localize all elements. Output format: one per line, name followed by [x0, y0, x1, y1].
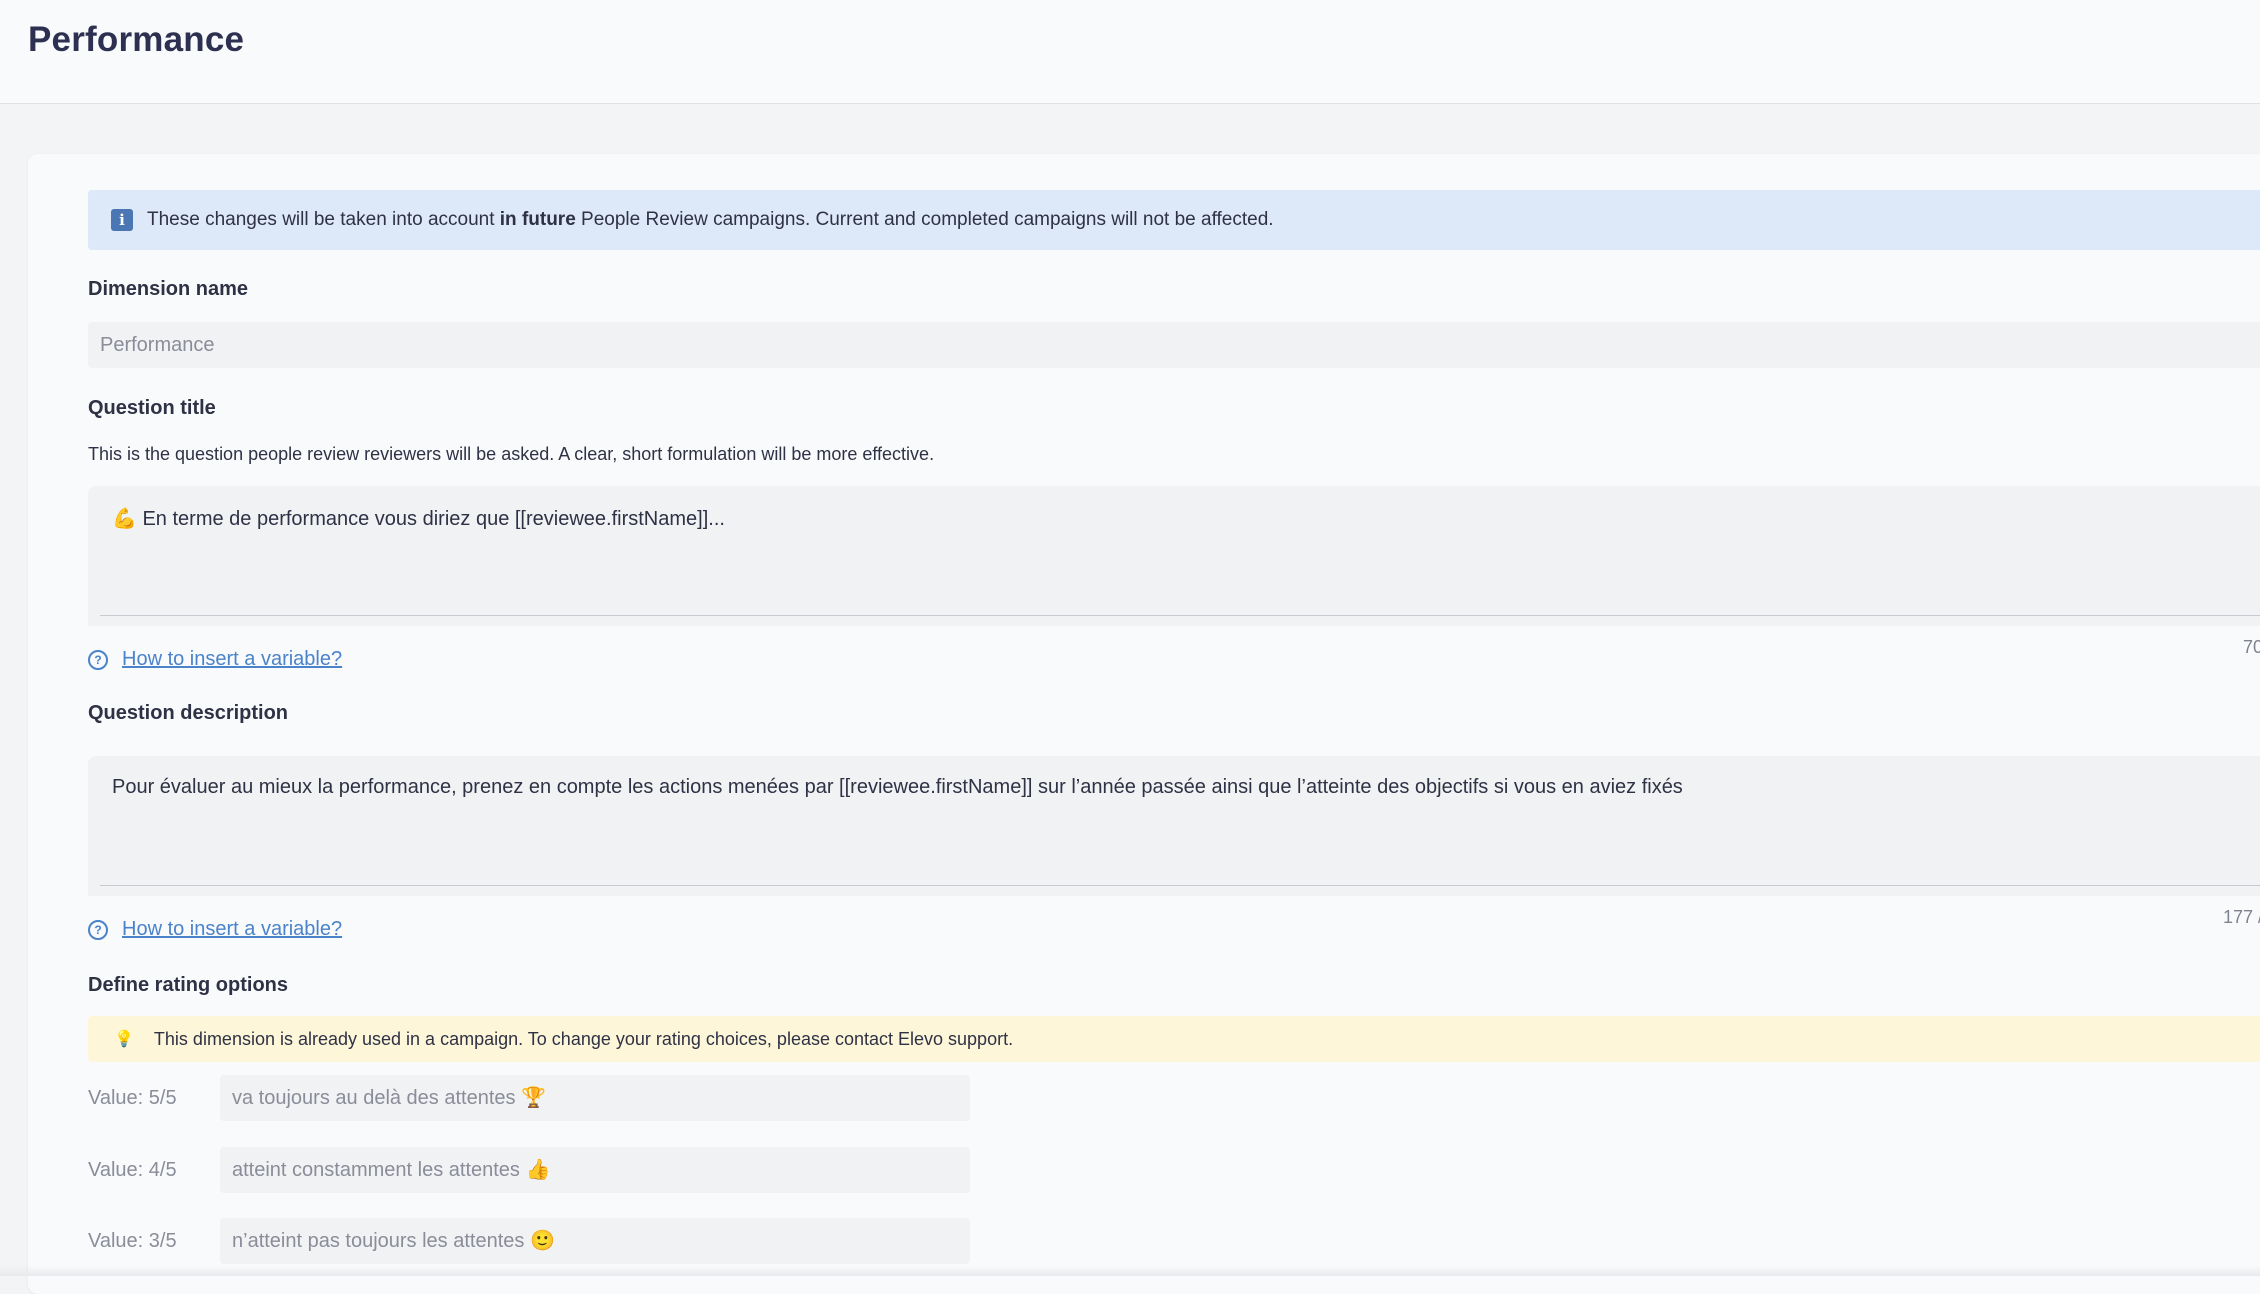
question-description-textarea[interactable]: Pour évaluer au mieux la performance, pr…: [88, 756, 2260, 896]
page-header: Performance: [0, 0, 2260, 104]
question-title-textarea[interactable]: 💪 En terme de performance vous diriez qu…: [88, 486, 2260, 626]
dimension-form-card: i These changes will be taken into accou…: [28, 154, 2260, 1294]
rating-warning-banner: 💡 This dimension is already used in a ca…: [88, 1016, 2260, 1062]
bottom-fade: [0, 1266, 2260, 1276]
question-mark-icon: ?: [88, 649, 108, 670]
rating-option-input[interactable]: n’atteint pas toujours les attentes 🙂: [220, 1218, 970, 1264]
page-title: Performance: [28, 20, 245, 59]
question-title-value: 💪 En terme de performance vous diriez qu…: [112, 508, 725, 530]
rating-option-value-label: Value: 4/5: [88, 1158, 177, 1181]
question-title-label: Question title: [88, 397, 216, 419]
info-icon: i: [111, 209, 133, 231]
rating-option-row: Value: 5/5 va toujours au delà des atten…: [88, 1075, 970, 1121]
question-title-help-link[interactable]: ? How to insert a variable?: [88, 648, 342, 671]
textarea-underline: [100, 615, 2260, 616]
question-title-helper: This is the question people review revie…: [88, 444, 935, 464]
rating-option-row: Value: 4/5 atteint constamment les atten…: [88, 1147, 970, 1193]
question-mark-icon: ?: [88, 919, 108, 940]
info-banner-text: These changes will be taken into account…: [147, 209, 1274, 230]
question-description-value: Pour évaluer au mieux la performance, pr…: [112, 776, 1683, 798]
rating-warning-text: This dimension is already used in a camp…: [153, 1028, 1014, 1049]
rating-option-input[interactable]: atteint constamment les attentes 👍: [220, 1147, 970, 1193]
rating-options-label: Define rating options: [88, 974, 288, 996]
question-description-help-link[interactable]: ? How to insert a variable?: [88, 918, 342, 941]
help-link-text[interactable]: How to insert a variable?: [122, 918, 342, 941]
question-title-counter: 70 / 4: [2242, 637, 2260, 657]
question-description-label: Question description: [88, 702, 289, 724]
lightbulb-icon: 💡: [114, 1031, 134, 1048]
rating-option-row: Value: 3/5 n’atteint pas toujours les at…: [88, 1218, 970, 1264]
textarea-underline: [100, 885, 2260, 886]
dimension-name-input[interactable]: Performance: [88, 322, 2260, 368]
dimension-name-label: Dimension name: [88, 278, 249, 300]
rating-option-value-label: Value: 5/5: [88, 1086, 177, 1109]
rating-option-value-label: Value: 3/5: [88, 1229, 177, 1252]
help-link-text[interactable]: How to insert a variable?: [122, 648, 342, 671]
rating-option-input[interactable]: va toujours au delà des attentes 🏆: [220, 1075, 970, 1121]
question-description-counter: 177 / 40: [2222, 907, 2260, 927]
info-banner: i These changes will be taken into accou…: [88, 190, 2260, 250]
